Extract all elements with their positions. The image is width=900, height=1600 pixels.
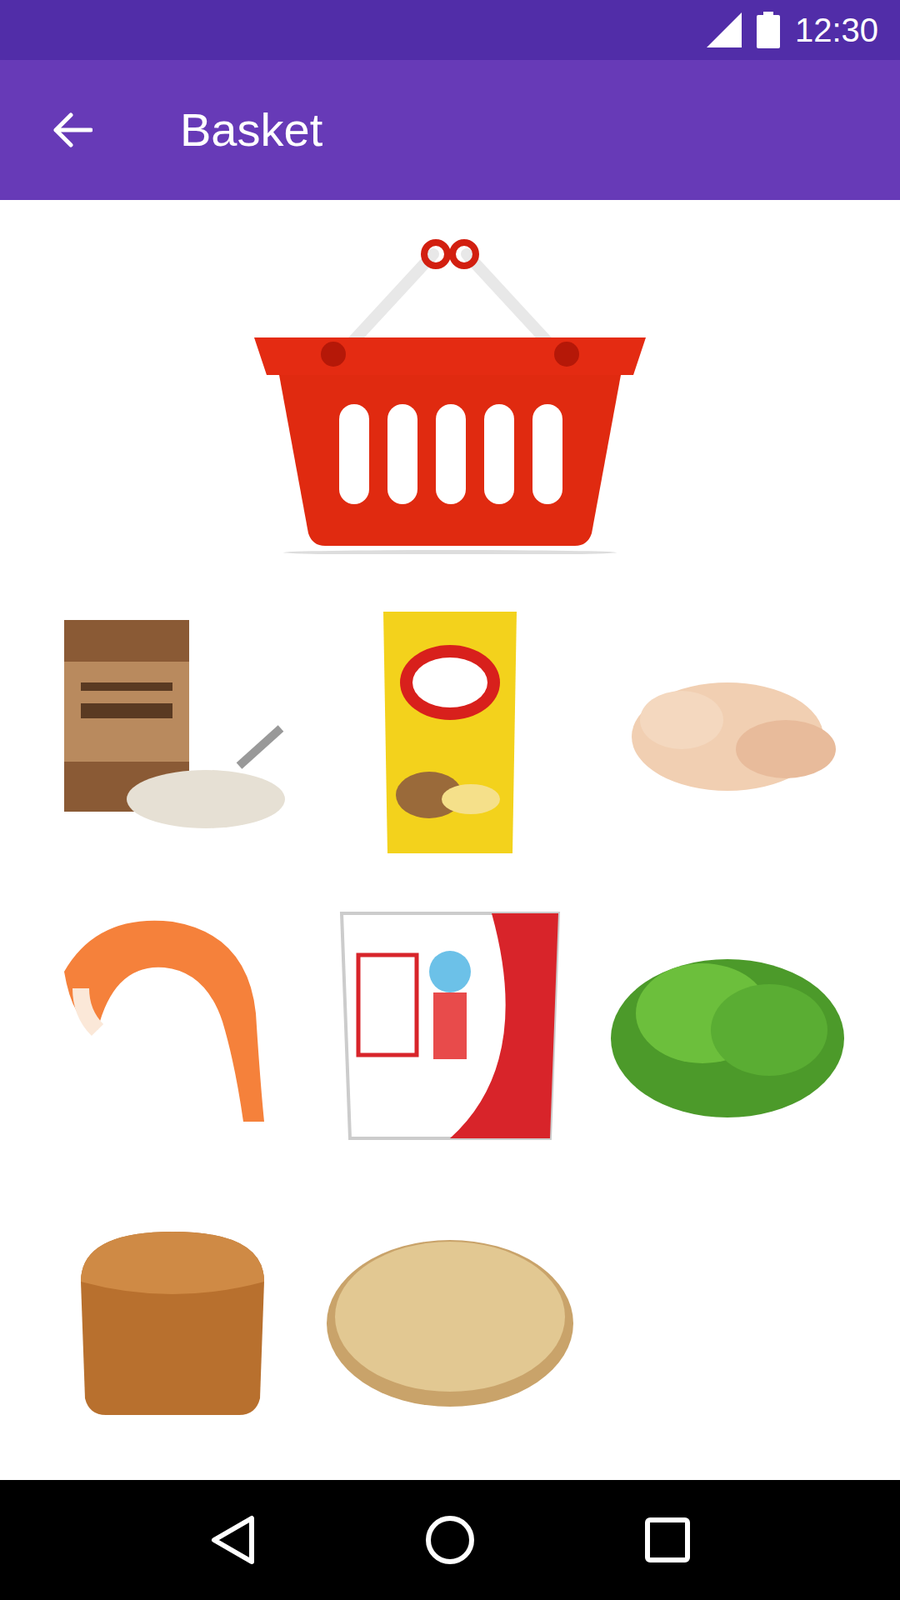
clock: 12:30	[795, 10, 879, 50]
battery-icon	[756, 11, 780, 49]
basket-item[interactable]	[310, 875, 589, 1169]
app-bar: Basket	[0, 60, 900, 200]
nav-back-icon[interactable]	[210, 1515, 255, 1565]
milk-icon	[325, 896, 575, 1147]
basket-item[interactable]	[310, 1168, 589, 1462]
status-bar: 12:30	[0, 0, 900, 60]
item-grid	[0, 581, 900, 1462]
shrimp-icon	[47, 896, 298, 1147]
bread-icon	[47, 1190, 298, 1440]
content	[0, 200, 900, 1480]
back-arrow-icon	[50, 111, 93, 149]
basket-image	[0, 200, 900, 582]
back-button[interactable]	[46, 105, 97, 155]
basket-icon	[254, 237, 646, 555]
chicken-icon	[602, 603, 853, 854]
page-title: Basket	[180, 102, 323, 158]
flour-icon	[47, 603, 298, 854]
basket-item[interactable]	[33, 1168, 311, 1462]
basket-item[interactable]	[33, 875, 311, 1169]
signal-icon	[706, 12, 742, 48]
flatbread-icon	[325, 1190, 575, 1440]
lettuce-icon	[602, 896, 853, 1147]
basket-item[interactable]	[589, 581, 867, 875]
basket-item[interactable]	[589, 875, 867, 1169]
nav-recents-icon[interactable]	[645, 1517, 690, 1563]
chips-icon	[325, 603, 575, 854]
navigation-bar	[0, 1480, 900, 1600]
basket-item[interactable]	[310, 581, 589, 875]
basket-item[interactable]	[33, 581, 311, 875]
nav-home-icon[interactable]	[425, 1515, 475, 1565]
